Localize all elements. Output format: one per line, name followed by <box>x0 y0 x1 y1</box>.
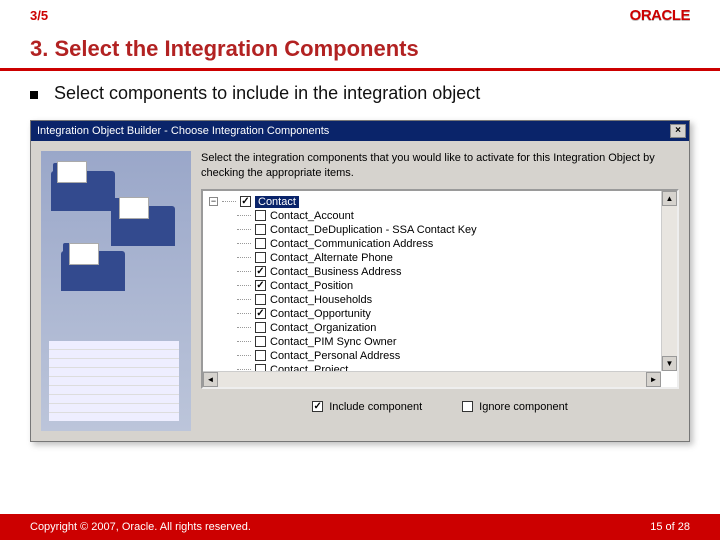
tree-item-label[interactable]: Contact_Communication Address <box>270 238 433 250</box>
tree-checkbox[interactable] <box>255 280 266 291</box>
tree-item-label[interactable]: Contact_Position <box>270 280 353 292</box>
dialog-titlebar: Integration Object Builder - Choose Inte… <box>31 121 689 141</box>
scroll-right-icon[interactable]: ► <box>646 372 661 387</box>
page-indicator: 15 of 28 <box>650 521 690 533</box>
bullet-text: Select components to include in the inte… <box>54 83 480 104</box>
dialog-instruction: Select the integration components that y… <box>201 151 679 181</box>
oracle-logo: ORACLE <box>630 7 690 24</box>
legend: Include component Ignore component <box>201 401 679 413</box>
page-title: 3. Select the Integration Components <box>0 30 720 68</box>
bullet-item: Select components to include in the inte… <box>30 83 690 104</box>
tree-item[interactable]: Contact_Opportunity <box>237 307 675 321</box>
tree-checkbox[interactable] <box>255 224 266 235</box>
tree-checkbox[interactable] <box>255 308 266 319</box>
legend-ignore-label: Ignore component <box>479 401 568 413</box>
collapse-icon[interactable]: − <box>209 197 218 206</box>
vertical-scrollbar[interactable]: ▲ ▼ <box>661 191 677 371</box>
tree-checkbox[interactable] <box>255 350 266 361</box>
tree-item[interactable]: Contact_Communication Address <box>237 237 675 251</box>
tree-item[interactable]: Contact_Organization <box>237 321 675 335</box>
slide-counter: 3/5 <box>30 8 48 23</box>
tree-item[interactable]: Contact_PIM Sync Owner <box>237 335 675 349</box>
tree-checkbox[interactable] <box>255 252 266 263</box>
tree-item-label[interactable]: Contact_Households <box>270 294 372 306</box>
tree-checkbox[interactable] <box>255 322 266 333</box>
tree-item-label[interactable]: Contact_Organization <box>270 322 376 334</box>
tree-item-label[interactable]: Contact_Business Address <box>270 266 401 278</box>
tree-item-label[interactable]: Contact_Alternate Phone <box>270 252 393 264</box>
tree-checkbox[interactable] <box>255 266 266 277</box>
tree-checkbox[interactable] <box>255 336 266 347</box>
bullet-marker-icon <box>30 91 38 99</box>
horizontal-scrollbar[interactable]: ◄ ► <box>203 371 661 387</box>
tree-item-label[interactable]: Contact_Personal Address <box>270 350 400 362</box>
wizard-dialog: Integration Object Builder - Choose Inte… <box>30 120 690 442</box>
tree-item[interactable]: Contact_Position <box>237 279 675 293</box>
tree-item-label[interactable]: Contact_DeDuplication - SSA Contact Key <box>270 224 477 236</box>
component-tree: − Contact Contact_Account Contact_DeDuplica… <box>201 189 679 389</box>
tree-root-label[interactable]: Contact <box>255 196 299 208</box>
tree-item-label[interactable]: Contact_Account <box>270 210 354 222</box>
legend-include: Include component <box>312 401 422 413</box>
legend-ignore-checkbox-icon <box>462 401 473 412</box>
tree-checkbox[interactable] <box>255 294 266 305</box>
title-underline <box>0 68 720 71</box>
tree-item[interactable]: Contact_Alternate Phone <box>237 251 675 265</box>
slide-footer: Copyright © 2007, Oracle. All rights res… <box>0 514 720 540</box>
tree-checkbox[interactable] <box>240 196 251 207</box>
tree-checkbox[interactable] <box>255 210 266 221</box>
tree-item[interactable]: Contact_Personal Address <box>237 349 675 363</box>
tree-item[interactable]: Contact_Account <box>237 209 675 223</box>
legend-include-label: Include component <box>329 401 422 413</box>
slide-header: 3/5 ORACLE <box>0 0 720 30</box>
tree-root[interactable]: − Contact <box>209 195 675 209</box>
tree-item-label[interactable]: Contact_PIM Sync Owner <box>270 336 397 348</box>
tree-item[interactable]: Contact_Business Address <box>237 265 675 279</box>
scroll-up-icon[interactable]: ▲ <box>662 191 677 206</box>
legend-ignore: Ignore component <box>462 401 568 413</box>
scroll-down-icon[interactable]: ▼ <box>662 356 677 371</box>
dialog-title: Integration Object Builder - Choose Inte… <box>37 125 329 137</box>
tree-item[interactable]: Contact_Households <box>237 293 675 307</box>
copyright-text: Copyright © 2007, Oracle. All rights res… <box>30 521 251 533</box>
tree-checkbox[interactable] <box>255 238 266 249</box>
wizard-sidebar-graphic <box>41 151 191 431</box>
legend-include-checkbox-icon <box>312 401 323 412</box>
tree-item[interactable]: Contact_DeDuplication - SSA Contact Key <box>237 223 675 237</box>
close-button[interactable]: × <box>670 124 686 138</box>
scroll-left-icon[interactable]: ◄ <box>203 372 218 387</box>
tree-item-label[interactable]: Contact_Opportunity <box>270 308 371 320</box>
